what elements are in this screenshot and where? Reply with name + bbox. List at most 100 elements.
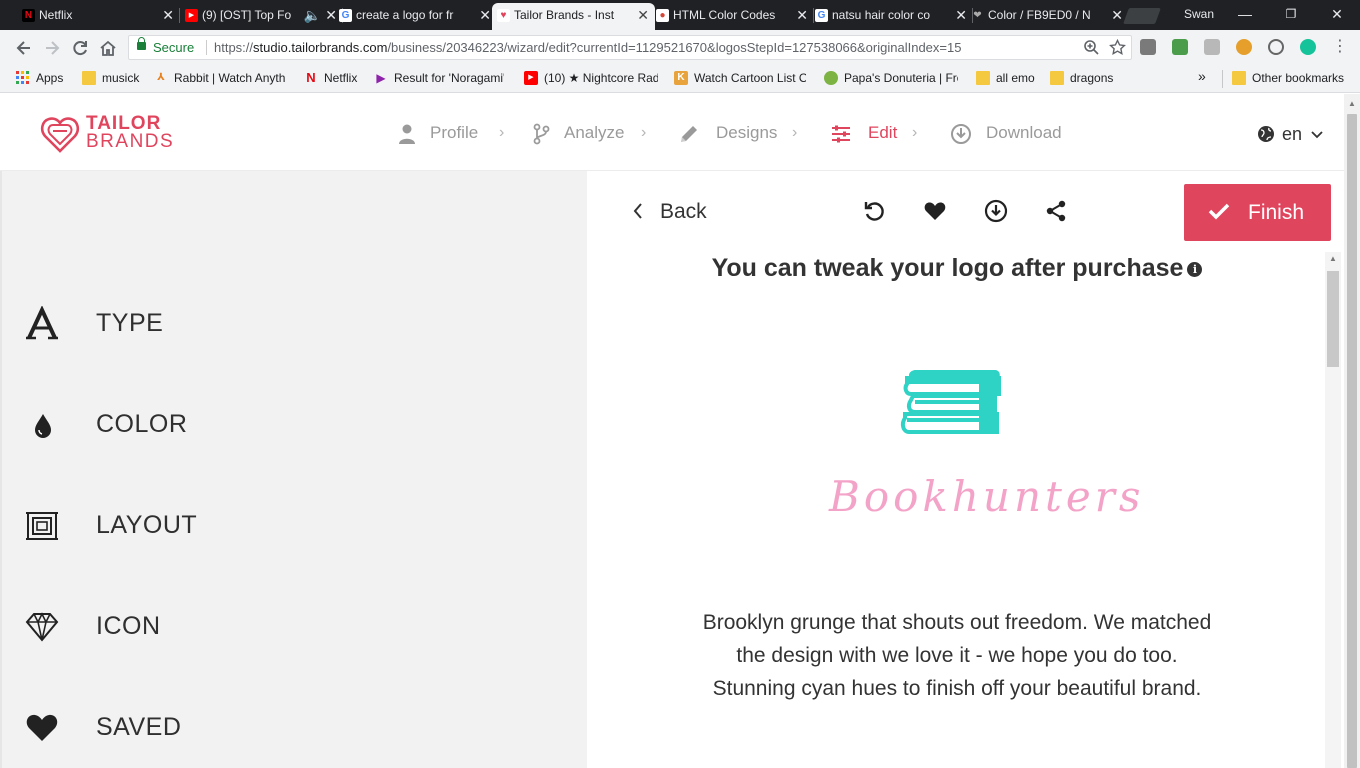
new-tab-button[interactable]: [1123, 8, 1161, 24]
download-icon[interactable]: [984, 199, 1008, 223]
heart-shield-logo-icon: [40, 117, 80, 153]
step-label: Edit: [868, 123, 898, 142]
url-text[interactable]: https://studio.tailorbrands.com/business…: [214, 40, 961, 55]
bookmark-label: Other bookmarks: [1252, 71, 1345, 85]
browser-tab-strip: N Netflix ✕ ▶ (9) [OST] Top Fo 🔈 ✕ G cre…: [0, 0, 1360, 30]
tab-html-color-codes[interactable]: ● HTML Color Codes ✕: [651, 3, 814, 30]
layout-icon: [26, 512, 58, 540]
description-line: the design with we love it - we hope you…: [736, 644, 1178, 667]
bookmark-nightcore[interactable]: ▶ (10) ★ Nightcore Rad: [524, 71, 658, 85]
diamond-icon: [25, 612, 59, 642]
extension-dropbox-icon[interactable]: [1204, 39, 1220, 55]
globe-icon: [1258, 126, 1274, 142]
address-bar[interactable]: Secure https://studio.tailorbrands.com/b…: [128, 35, 1132, 60]
undo-icon[interactable]: [862, 199, 886, 223]
audio-playing-icon[interactable]: 🔈: [304, 3, 321, 28]
bookmark-noragami[interactable]: ▶ Result for 'Noragami': [374, 71, 504, 85]
download-circle-icon: [951, 124, 971, 144]
rabbit-icon: ⅄: [157, 72, 165, 83]
step-analyze[interactable]: Analyze: [532, 121, 628, 145]
bookmark-dragons[interactable]: dragons: [1050, 71, 1113, 85]
page-scrollbar-thumb[interactable]: [1347, 114, 1357, 768]
bookmark-watch-cartoon[interactable]: K Watch Cartoon List O: [674, 71, 806, 85]
favorite-heart-icon[interactable]: [923, 199, 947, 223]
minimize-icon[interactable]: —: [1230, 4, 1260, 24]
tweak-text: You can tweak your logo after purchase: [711, 254, 1184, 282]
tab-close-icon[interactable]: ✕: [796, 3, 808, 28]
back-arrow-icon[interactable]: [14, 38, 34, 58]
extension-image-icon[interactable]: [1172, 39, 1188, 55]
scroll-up-arrow-icon[interactable]: ▲: [1325, 252, 1341, 266]
extension-briefcase-icon[interactable]: [1140, 39, 1156, 55]
tab-netflix[interactable]: N Netflix ✕: [17, 3, 180, 30]
lock-icon: [137, 37, 146, 50]
finish-button[interactable]: Finish: [1184, 184, 1331, 241]
tab-close-icon[interactable]: ✕: [1111, 3, 1123, 28]
step-profile[interactable]: Profile: [396, 121, 486, 145]
step-label: Download: [986, 123, 1062, 142]
chevron-right-icon: ›: [641, 124, 647, 141]
extension-block-icon[interactable]: [1268, 39, 1284, 55]
tab-close-icon[interactable]: ✕: [479, 3, 491, 28]
type-a-icon: [26, 306, 58, 340]
profile-name[interactable]: Swan: [1184, 7, 1214, 21]
language-label: en: [1282, 124, 1303, 144]
tab-youtube-ost[interactable]: ▶ (9) [OST] Top Fo 🔈 ✕: [180, 3, 343, 30]
info-icon[interactable]: i: [1187, 261, 1203, 277]
step-edit[interactable]: Edit: [830, 121, 900, 145]
bookmark-rabbit[interactable]: ⅄ Rabbit | Watch Anyth: [154, 71, 286, 85]
zoom-icon[interactable]: [1083, 39, 1100, 61]
bookmark-netflix[interactable]: N Netflix: [304, 71, 357, 86]
browser-menu-icon[interactable]: ⋮: [1332, 39, 1348, 55]
page-scroll-up-arrow-icon[interactable]: ▲: [1344, 97, 1360, 111]
tab-close-icon[interactable]: ✕: [162, 3, 174, 28]
tab-google-natsu[interactable]: G natsu hair color co ✕: [810, 3, 973, 30]
bookmark-musick[interactable]: musick: [82, 71, 139, 85]
bookmark-label: dragons: [1070, 71, 1114, 85]
bookmark-all-emo[interactable]: all emo: [976, 71, 1035, 85]
extension-grammarly-icon[interactable]: [1300, 39, 1316, 55]
chevron-right-icon: ›: [912, 124, 918, 141]
close-window-icon[interactable]: ✕: [1322, 4, 1352, 24]
sidebar-item-label: SAVED: [96, 713, 182, 741]
bookmark-star-icon[interactable]: [1109, 38, 1126, 61]
tab-title: create a logo for fr: [356, 8, 454, 22]
tab-tailor-brands[interactable]: ♥ Tailor Brands - Inst ✕: [492, 3, 655, 30]
html-color-codes-favicon-icon: ●: [656, 9, 669, 22]
home-icon[interactable]: [98, 38, 118, 58]
sidebar-item-type[interactable]: TYPE: [24, 303, 424, 343]
tab-close-icon[interactable]: ✕: [637, 3, 649, 28]
bookmarks-overflow-button[interactable]: »: [1198, 68, 1206, 84]
tab-color-fb9ed0[interactable]: ❤ Color / FB9ED0 / N ✕: [966, 3, 1129, 30]
sidebar-item-layout[interactable]: LAYOUT: [24, 505, 424, 545]
sidebar-item-icon[interactable]: ICON: [24, 606, 424, 646]
chevron-right-icon: ›: [792, 124, 798, 141]
tab-title: (9) [OST] Top Fo: [202, 8, 292, 22]
step-download[interactable]: Download: [950, 121, 1070, 145]
bookmark-label: musick: [102, 71, 140, 85]
tab-title: Netflix: [39, 8, 73, 22]
bookmark-other[interactable]: Other bookmarks: [1232, 71, 1344, 85]
editor-sidebar: TYPE COLOR LAYOUT ICON SAVED: [0, 171, 587, 768]
url-divider: [206, 40, 207, 55]
bookmark-papas-donuteria[interactable]: Papa's Donuteria | Fre: [824, 71, 958, 85]
restore-icon[interactable]: ❐: [1276, 4, 1306, 24]
bookmarks-bar: Apps musick ⅄ Rabbit | Watch Anyth N Netfl…: [0, 65, 1360, 93]
reload-icon[interactable]: [70, 38, 90, 58]
sidebar-item-color[interactable]: COLOR: [24, 404, 424, 444]
step-label: Profile: [430, 123, 479, 142]
step-designs[interactable]: Designs: [678, 121, 782, 145]
back-label: Back: [660, 200, 707, 223]
bookmark-apps[interactable]: Apps: [16, 71, 63, 85]
tailor-brands-logo[interactable]: TAILOR BRANDS: [40, 114, 173, 154]
preview-scrollbar-thumb[interactable]: [1327, 271, 1339, 367]
sliders-icon: [832, 125, 850, 143]
tab-google-search-logo[interactable]: G create a logo for fr ✕: [334, 3, 497, 30]
bookmark-label: all emo: [996, 71, 1035, 85]
share-icon[interactable]: [1044, 199, 1068, 223]
sidebar-item-saved[interactable]: SAVED: [24, 707, 424, 747]
forward-arrow-icon[interactable]: [42, 38, 62, 58]
url-scheme: https://: [214, 40, 254, 55]
folder-icon: [1232, 71, 1246, 85]
extension-colorful-icon[interactable]: [1236, 39, 1252, 55]
